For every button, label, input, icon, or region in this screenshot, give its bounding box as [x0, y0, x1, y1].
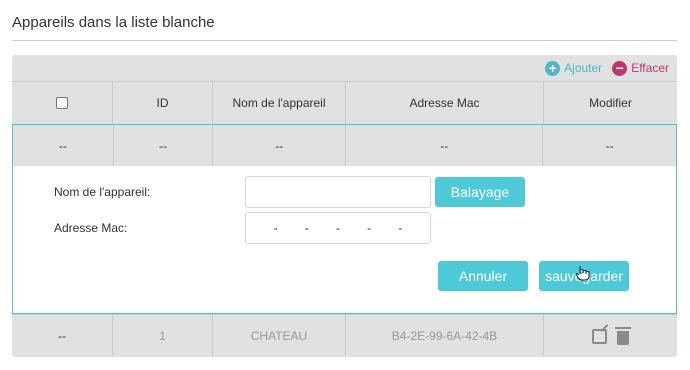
table-row: -- 1 CHATEAU B4-2E-99-6A-42-4B [12, 314, 677, 357]
edit-icon[interactable] [592, 328, 607, 344]
row-actions [544, 315, 677, 357]
mac-separator: - [398, 221, 403, 235]
mac-separator: - [304, 221, 309, 235]
new-entry-id: -- [114, 125, 214, 166]
add-button[interactable]: + Ajouter [545, 60, 603, 76]
row-device-name: CHATEAU [213, 315, 346, 357]
mac-separator: - [273, 221, 278, 235]
device-name-label: Nom de l'appareil: [54, 185, 151, 199]
mac-label: Adresse Mac: [54, 221, 128, 235]
mac-separator: - [367, 221, 372, 235]
header-device-name: Nom de l'appareil [213, 82, 346, 124]
table-header: ID Nom de l'appareil Adresse Mac Modifie… [12, 81, 677, 124]
delete-button[interactable]: − Effacer [612, 60, 669, 76]
plus-circle-icon: + [545, 60, 561, 76]
new-entry-mac: -- [346, 125, 544, 166]
row-id: 1 [113, 315, 213, 357]
edit-panel: Nom de l'appareil: Balayage Adresse Mac:… [12, 166, 677, 314]
mac-address-input[interactable]: - - - - - [245, 212, 431, 244]
device-name-input[interactable] [245, 176, 431, 208]
header-select-cell [12, 82, 113, 124]
whitelist-table: + Ajouter − Effacer ID Nom de l'appareil… [12, 55, 677, 357]
header-modify: Modifier [589, 96, 632, 110]
delete-label: Effacer [631, 61, 669, 75]
header-mac: Adresse Mac [346, 82, 544, 124]
scan-button[interactable]: Balayage [435, 177, 525, 207]
add-label: Ajouter [564, 61, 603, 75]
header-id: ID [113, 82, 213, 124]
trash-icon[interactable] [615, 326, 631, 345]
title-divider [12, 40, 677, 41]
section-title: Appareils dans la liste blanche [12, 14, 215, 31]
select-all-checkbox[interactable] [56, 97, 68, 109]
cancel-button[interactable]: Annuler [438, 261, 528, 291]
new-entry-row: -- -- -- -- -- [12, 124, 677, 166]
row-mac: B4-2E-99-6A-42-4B [346, 315, 544, 357]
table-toolbar: + Ajouter − Effacer [545, 55, 669, 81]
new-entry-device-name: -- [213, 125, 346, 166]
new-entry-modify: -- [605, 138, 614, 153]
minus-circle-icon: − [612, 60, 628, 76]
mac-separator: - [335, 221, 340, 235]
row-select: -- [12, 315, 113, 357]
hand-cursor-icon [576, 266, 590, 281]
new-entry-select: -- [13, 125, 114, 166]
